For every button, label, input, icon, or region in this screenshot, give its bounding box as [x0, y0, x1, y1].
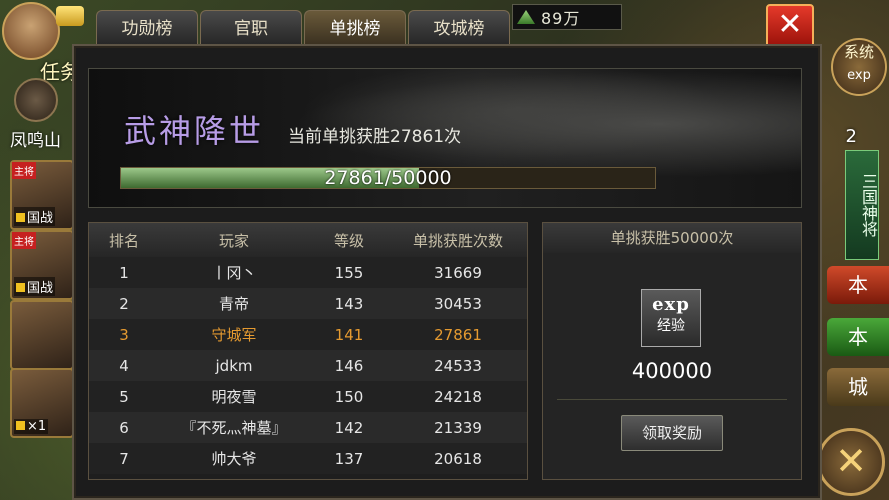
rank-cell: 4: [119, 356, 129, 375]
system-label: 系统: [843, 43, 874, 61]
level-cell: 141: [334, 325, 364, 344]
player-cell: jdkm: [215, 356, 253, 375]
reward-item-label: 经验: [657, 318, 685, 334]
reward-panel: 单挑获胜50000次 exp 经验 400000 领取奖励: [542, 222, 802, 480]
hero-card-1[interactable]: 主将 国战: [10, 160, 74, 230]
close-menu-icon[interactable]: ✕: [817, 428, 885, 496]
hero-card-2[interactable]: 主将 国战: [10, 230, 74, 300]
exp-reward-icon: exp 经验: [641, 289, 701, 347]
rank-cell: 1: [119, 263, 129, 282]
tab-merit[interactable]: 功勋榜: [96, 10, 198, 45]
rank-cell: 3: [119, 325, 129, 344]
table-row[interactable]: 3 守城军 141 27861: [89, 319, 527, 350]
level-cell: 143: [334, 294, 364, 313]
progress-bar: 27861/50000: [120, 167, 656, 189]
table-row[interactable]: 2 青帝 143 30453: [89, 288, 527, 319]
system-button[interactable]: 系统 exp: [831, 38, 887, 96]
wins-cell: 20618: [434, 449, 482, 468]
hero-card-4[interactable]: ×1: [10, 368, 74, 438]
table-row[interactable]: 7 帅大爷 137 20618: [89, 443, 527, 474]
hero-tag: 国战: [14, 207, 56, 226]
table-header: 排名 玩家 等级 单挑获胜次数: [89, 223, 527, 257]
gold-ingot-icon[interactable]: [56, 6, 84, 26]
rank-cell: 5: [119, 387, 129, 406]
player-cell: 青帝: [218, 295, 249, 313]
tab-duel[interactable]: 单挑榜: [304, 10, 406, 45]
level-cell: 142: [334, 418, 364, 437]
divider: [557, 399, 787, 400]
level-cell: 146: [334, 356, 364, 375]
exp-label: exp: [847, 68, 871, 83]
player-cell: 丨冈丶: [211, 264, 257, 282]
player-cell: 『不死灬神墓』: [181, 419, 287, 437]
hero-tag: ×1: [14, 419, 49, 434]
wins-cell: 27861: [434, 325, 482, 344]
rank-cell: 7: [119, 449, 129, 468]
level-cell: 137: [334, 449, 364, 468]
ranking-table: 排名 玩家 等级 单挑获胜次数 1 丨冈丶 155 31669 2 青帝 143 30453 3…: [88, 222, 528, 480]
level-cell: 155: [334, 263, 364, 282]
table-row[interactable]: 4 jdkm 146 24533: [89, 350, 527, 381]
player-cell: 帅大爷: [211, 450, 257, 468]
level-cell: 150: [334, 387, 364, 406]
rank-cell: 2: [119, 294, 129, 313]
resource-counter: 89万: [512, 4, 622, 30]
location-label: 凤鸣山: [10, 131, 61, 151]
table-row[interactable]: 1 丨冈丶 155 31669: [89, 257, 527, 288]
claim-reward-button[interactable]: 领取奖励: [621, 415, 723, 451]
close-button[interactable]: ✕: [766, 4, 814, 48]
tab-siege[interactable]: 攻城榜: [408, 10, 510, 45]
side-tab-1[interactable]: 本: [827, 266, 889, 304]
wins-cell: 31669: [434, 263, 482, 282]
reward-item-name: exp: [652, 294, 690, 315]
side-tab-2[interactable]: 本: [827, 318, 889, 356]
resource-value: 89万: [541, 9, 581, 28]
col-rank: 排名: [108, 231, 139, 250]
helmet-icon[interactable]: [14, 78, 58, 122]
hero-badge: 主将: [12, 232, 36, 249]
hero-card-3[interactable]: [10, 300, 74, 370]
col-wins: 单挑获胜次数: [412, 231, 503, 250]
player-avatar[interactable]: [2, 2, 60, 60]
shen-jiang-banner[interactable]: 三国神将: [845, 150, 879, 260]
side-tab-3[interactable]: 城: [827, 368, 889, 406]
rank-cell: 6: [119, 418, 129, 437]
table-row[interactable]: 6 『不死灬神墓』 142 21339: [89, 412, 527, 443]
reward-header: 单挑获胜50000次: [543, 223, 801, 253]
col-level: 等级: [333, 231, 364, 250]
reward-amount: 400000: [631, 359, 713, 383]
wins-cell: 30453: [434, 294, 482, 313]
player-cell: 明夜雪: [211, 388, 257, 406]
table-row[interactable]: 5 明夜雪 150 24218: [89, 381, 527, 412]
wins-cell: 24533: [434, 356, 482, 375]
banner-title: 武神降世: [124, 112, 265, 150]
count-badge: 2: [845, 126, 857, 147]
wins-cell: 21339: [434, 418, 482, 437]
wins-text: 当前单挑获胜27861次: [288, 127, 462, 147]
tab-office[interactable]: 官职: [200, 10, 302, 45]
resource-icon: [517, 10, 535, 24]
player-cell: 守城军: [211, 326, 257, 344]
wins-cell: 24218: [434, 387, 482, 406]
col-player: 玩家: [218, 231, 249, 250]
hero-badge: 主将: [12, 162, 36, 179]
hero-tag: 国战: [14, 277, 56, 296]
progress-label: 27861/50000: [324, 167, 452, 189]
